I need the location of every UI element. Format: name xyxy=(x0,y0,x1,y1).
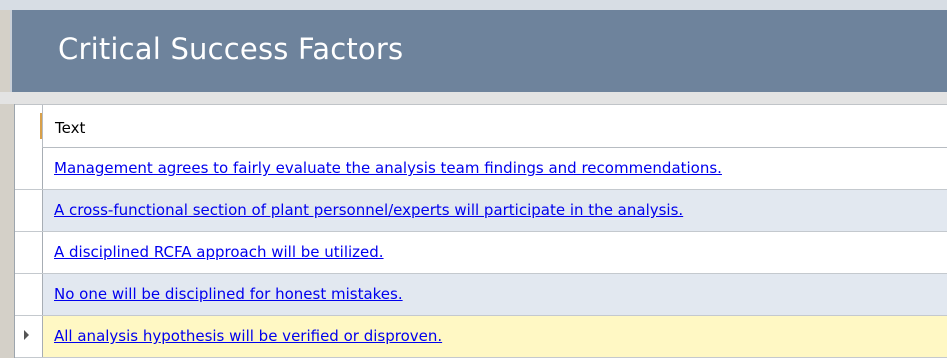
row-link[interactable]: A disciplined RCFA approach will be util… xyxy=(54,243,384,261)
header-grid-gap xyxy=(0,92,947,104)
section-header: Critical Success Factors xyxy=(10,10,947,92)
row-link[interactable]: Management agrees to fairly evaluate the… xyxy=(54,159,722,177)
row-selector[interactable] xyxy=(15,316,43,357)
row-selector[interactable] xyxy=(15,148,43,189)
critical-success-factors-grid: Text Management agrees to fairly evaluat… xyxy=(14,104,947,358)
current-row-arrow-icon xyxy=(24,330,29,340)
header-row-selector xyxy=(15,105,43,148)
table-row-current: All analysis hypothesis will be verified… xyxy=(15,316,947,358)
table-row: A cross-functional section of plant pers… xyxy=(15,190,947,232)
row-selector[interactable] xyxy=(15,190,43,231)
page-title: Critical Success Factors xyxy=(58,32,404,66)
window-frame: Critical Success Factors Text Management… xyxy=(0,0,947,358)
table-row: Management agrees to fairly evaluate the… xyxy=(15,148,947,190)
row-selector[interactable] xyxy=(15,232,43,273)
row-link[interactable]: A cross-functional section of plant pers… xyxy=(54,201,683,219)
top-strip xyxy=(0,0,947,10)
column-header-text[interactable]: Text xyxy=(55,119,85,137)
table-row: No one will be disciplined for honest mi… xyxy=(15,274,947,316)
row-link[interactable]: No one will be disciplined for honest mi… xyxy=(54,285,403,303)
row-link[interactable]: All analysis hypothesis will be verified… xyxy=(54,327,442,345)
grid-column-header-row: Text xyxy=(15,104,947,148)
table-row: A disciplined RCFA approach will be util… xyxy=(15,232,947,274)
row-selector[interactable] xyxy=(15,274,43,315)
